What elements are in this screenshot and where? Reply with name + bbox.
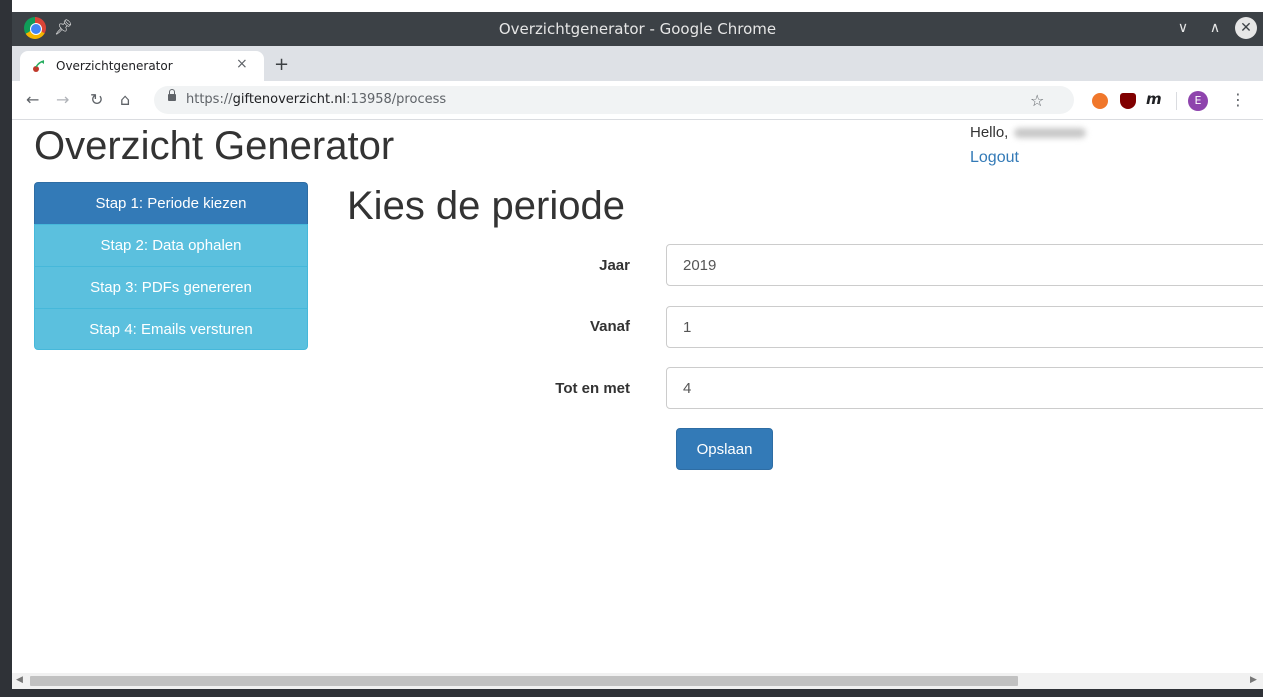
horizontal-scrollbar[interactable]: ◀ ▶ [12, 673, 1263, 689]
greeting-text: Hello, [970, 124, 1009, 141]
url-host: giftenoverzicht.nl [232, 92, 347, 107]
steps-list: Stap 1: Periode kiezen Stap 2: Data opha… [34, 182, 308, 350]
section-title: Kies de periode [347, 184, 625, 228]
step-2-button[interactable]: Stap 2: Data ophalen [34, 224, 308, 266]
maximize-icon[interactable]: ∧ [1204, 17, 1226, 39]
toolbar-separator [1176, 92, 1177, 110]
save-button[interactable]: Opslaan [676, 428, 773, 470]
ublock-shield-icon[interactable] [1120, 93, 1136, 109]
extension-m-icon[interactable]: m [1146, 90, 1162, 108]
new-tab-button[interactable]: + [274, 54, 289, 75]
from-input[interactable] [666, 306, 1263, 348]
step-4-button[interactable]: Stap 4: Emails versturen [34, 308, 308, 350]
desktop-frame-left [0, 0, 12, 697]
tab-close-icon[interactable]: × [236, 56, 248, 72]
scroll-left-icon[interactable]: ◀ [16, 675, 23, 685]
close-window-icon[interactable]: ✕ [1235, 17, 1257, 39]
blurred-username [1014, 128, 1087, 139]
tab-overzichtgenerator[interactable]: Overzichtgenerator × [20, 51, 264, 81]
tab-strip: Overzichtgenerator × + [12, 46, 1263, 81]
home-icon[interactable]: ⌂ [120, 90, 130, 109]
reload-icon[interactable]: ↻ [90, 90, 103, 109]
year-input[interactable] [666, 244, 1263, 286]
window-titlebar: 📌︎ Overzichtgenerator - Google Chrome ∨ … [12, 12, 1263, 46]
tab-title: Overzichtgenerator [56, 59, 173, 73]
profile-avatar[interactable]: E [1188, 91, 1208, 111]
back-icon[interactable]: ← [26, 90, 39, 109]
year-label: Jaar [599, 257, 630, 274]
address-bar[interactable]: https://giftenoverzicht.nl:13958/process [154, 86, 1074, 114]
step-3-button[interactable]: Stap 3: PDFs genereren [34, 266, 308, 308]
app-title: Overzicht Generator [34, 124, 395, 168]
scrollbar-thumb[interactable] [30, 676, 1018, 686]
to-label: Tot en met [555, 380, 630, 397]
menu-icon[interactable]: ⋮ [1230, 90, 1246, 109]
cherry-favicon-icon [33, 60, 45, 72]
desktop-frame-bottom [0, 689, 1263, 697]
star-icon[interactable]: ☆ [1030, 91, 1044, 110]
lock-icon[interactable] [168, 89, 176, 101]
window-title: Overzichtgenerator - Google Chrome [498, 20, 777, 38]
page-content: Overzicht Generator Hello, Logout Stap 1… [12, 120, 1263, 673]
greeting: Hello, [970, 124, 1087, 141]
from-label: Vanaf [589, 318, 630, 335]
forward-icon[interactable]: → [56, 90, 69, 109]
extension-orange-icon[interactable] [1092, 93, 1108, 109]
minimize-icon[interactable]: ∨ [1172, 17, 1194, 39]
browser-toolbar: ← → ↻ ⌂ https://giftenoverzicht.nl:13958… [12, 81, 1263, 120]
to-input[interactable] [666, 367, 1263, 409]
step-1-button[interactable]: Stap 1: Periode kiezen [34, 182, 308, 224]
url-text[interactable]: https://giftenoverzicht.nl:13958/process [186, 92, 446, 107]
url-scheme: https:// [186, 92, 233, 107]
logout-link[interactable]: Logout [970, 149, 1019, 167]
scroll-right-icon[interactable]: ▶ [1250, 675, 1257, 685]
url-path: :13958/process [346, 92, 447, 107]
